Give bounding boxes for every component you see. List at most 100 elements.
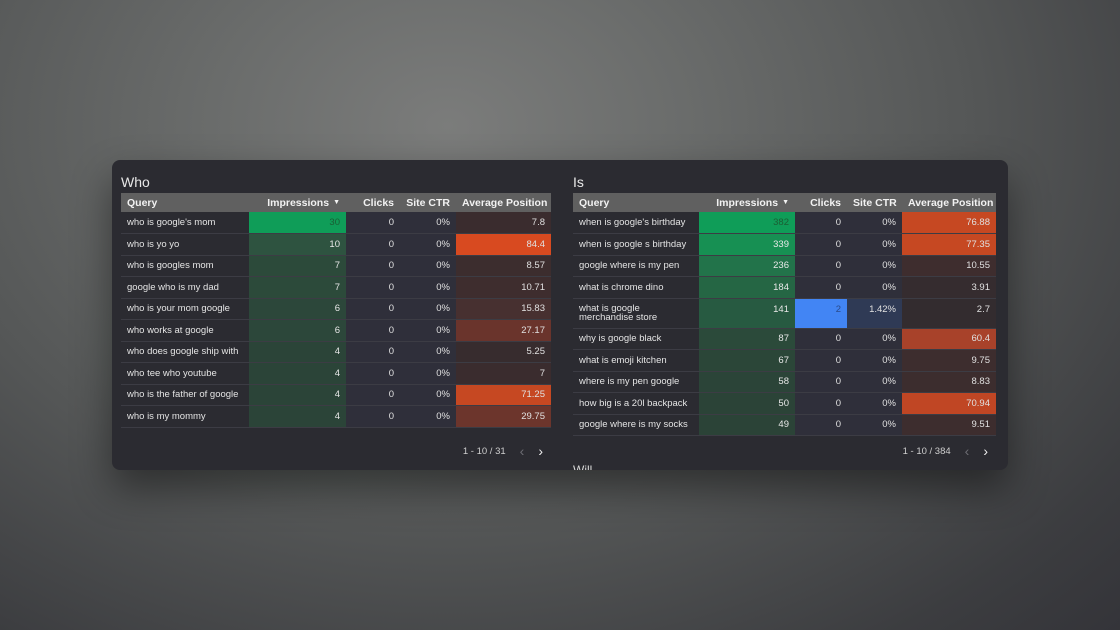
column-header-impressions[interactable]: Impressions ▼ [699, 193, 795, 212]
cell-average-position: 7 [456, 362, 551, 385]
cell-impressions: 184 [699, 276, 795, 299]
cell-query: when is google s birthday [573, 233, 699, 256]
table-row[interactable]: who is your mom google 6 0 0% 15.83 [121, 298, 551, 320]
cell-site-ctr: 0% [400, 319, 456, 342]
table-row[interactable]: who is yo yo 10 0 0% 84.4 [121, 233, 551, 256]
next-widget-title: Will [573, 463, 593, 470]
cell-site-ctr: 0% [400, 276, 456, 299]
cell-query: google where is my socks [573, 414, 699, 436]
query-table: Query Impressions ▼ Clicks Site CTR Avera… [573, 193, 996, 436]
query-table: Query Impressions ▼ Clicks Site CTR Avera… [121, 193, 551, 428]
cell-query: who is google's mom [121, 212, 249, 234]
widget-title: Who [121, 174, 150, 190]
pagination: 1 - 10 / 384 ‹ › [903, 444, 988, 458]
cell-query: why is google black [573, 328, 699, 350]
table-row[interactable]: who works at google 6 0 0% 27.17 [121, 319, 551, 342]
next-page-icon[interactable]: › [983, 444, 988, 458]
cell-query: what is chrome dino [573, 276, 699, 299]
table-row[interactable]: who is googles mom 7 0 0% 8.57 [121, 255, 551, 277]
cell-impressions: 4 [249, 341, 346, 363]
table-row[interactable]: google who is my dad 7 0 0% 10.71 [121, 276, 551, 299]
cell-average-position: 9.51 [902, 414, 996, 436]
cell-site-ctr: 0% [847, 276, 902, 299]
cell-site-ctr: 0% [400, 233, 456, 256]
cell-average-position: 7.8 [456, 212, 551, 234]
column-header-query[interactable]: Query [573, 193, 699, 212]
cell-average-position: 84.4 [456, 233, 551, 256]
column-header-average-position[interactable]: Average Position [456, 193, 551, 212]
column-header-site-ctr[interactable]: Site CTR [847, 193, 902, 212]
cell-impressions: 382 [699, 212, 795, 234]
cell-clicks: 0 [346, 276, 400, 299]
cell-average-position: 27.17 [456, 319, 551, 342]
table-row[interactable]: where is my pen google 58 0 0% 8.83 [573, 371, 996, 393]
sort-descending-icon: ▼ [782, 199, 789, 207]
table-row[interactable]: why is google black 87 0 0% 60.4 [573, 328, 996, 350]
cell-clicks: 0 [346, 362, 400, 385]
cell-site-ctr: 0% [847, 349, 902, 372]
widget-title: Is [573, 174, 584, 190]
cell-impressions: 4 [249, 405, 346, 428]
table-row[interactable]: who is the father of google 4 0 0% 71.25 [121, 384, 551, 406]
cell-impressions: 7 [249, 276, 346, 299]
table-row[interactable]: who tee who youtube 4 0 0% 7 [121, 362, 551, 385]
cell-query: who tee who youtube [121, 362, 249, 385]
table-row[interactable]: who is google's mom 30 0 0% 7.8 [121, 212, 551, 234]
cell-site-ctr: 0% [400, 362, 456, 385]
column-header-query[interactable]: Query [121, 193, 249, 212]
table-row[interactable]: what is google merchandise store 141 2 1.42… [573, 298, 996, 329]
table-row[interactable]: what is emoji kitchen 67 0 0% 9.75 [573, 349, 996, 372]
cell-clicks: 0 [795, 392, 847, 415]
table-row[interactable]: when is google s birthday 339 0 0% 77.35 [573, 233, 996, 256]
pagination-range: 1 - 10 / 384 [902, 445, 951, 457]
cell-impressions: 58 [699, 371, 795, 393]
cell-site-ctr: 0% [847, 414, 902, 436]
previous-page-icon[interactable]: ‹ [965, 444, 970, 458]
cell-average-position: 71.25 [456, 384, 551, 406]
cell-average-position: 76.88 [902, 212, 996, 234]
cell-clicks: 2 [795, 298, 847, 329]
cell-site-ctr: 0% [847, 212, 902, 234]
cell-query: when is google's birthday [573, 212, 699, 234]
cell-average-position: 8.83 [902, 371, 996, 393]
cell-impressions: 4 [249, 384, 346, 406]
cell-clicks: 0 [795, 255, 847, 277]
cell-average-position: 2.7 [902, 298, 996, 329]
cell-site-ctr: 0% [400, 298, 456, 320]
cell-impressions: 10 [249, 233, 346, 256]
cell-average-position: 77.35 [902, 233, 996, 256]
cell-clicks: 0 [346, 319, 400, 342]
table-header-row: Query Impressions ▼ Clicks Site CTR Avera… [573, 193, 996, 212]
cell-average-position: 8.57 [456, 255, 551, 277]
cell-site-ctr: 1.42% [847, 298, 902, 329]
column-header-clicks[interactable]: Clicks [346, 193, 400, 212]
table-row[interactable]: google where is my socks 49 0 0% 9.51 [573, 414, 996, 436]
cell-average-position: 5.25 [456, 341, 551, 363]
cell-impressions: 236 [699, 255, 795, 277]
cell-site-ctr: 0% [847, 392, 902, 415]
cell-clicks: 0 [795, 212, 847, 234]
column-header-site-ctr[interactable]: Site CTR [400, 193, 456, 212]
cell-average-position: 9.75 [902, 349, 996, 372]
table-row[interactable]: who does google ship with 4 0 0% 5.25 [121, 341, 551, 363]
table-row[interactable]: when is google's birthday 382 0 0% 76.88 [573, 212, 996, 234]
table-row[interactable]: google where is my pen 236 0 0% 10.55 [573, 255, 996, 277]
column-header-impressions[interactable]: Impressions ▼ [249, 193, 346, 212]
column-header-average-position[interactable]: Average Position [902, 193, 996, 212]
cell-clicks: 0 [795, 276, 847, 299]
cell-average-position: 70.94 [902, 392, 996, 415]
table-row[interactable]: who is my mommy 4 0 0% 29.75 [121, 405, 551, 428]
cell-site-ctr: 0% [400, 405, 456, 428]
previous-page-icon[interactable]: ‹ [520, 444, 525, 458]
column-header-clicks[interactable]: Clicks [795, 193, 847, 212]
table-row[interactable]: how big is a 20l backpack 50 0 0% 70.94 [573, 392, 996, 415]
table-row[interactable]: what is chrome dino 184 0 0% 3.91 [573, 276, 996, 299]
cell-site-ctr: 0% [400, 341, 456, 363]
cell-average-position: 10.55 [902, 255, 996, 277]
cell-impressions: 87 [699, 328, 795, 350]
cell-clicks: 0 [346, 233, 400, 256]
cell-impressions: 7 [249, 255, 346, 277]
next-page-icon[interactable]: › [538, 444, 543, 458]
cell-query: who is yo yo [121, 233, 249, 256]
cell-query: who works at google [121, 319, 249, 342]
